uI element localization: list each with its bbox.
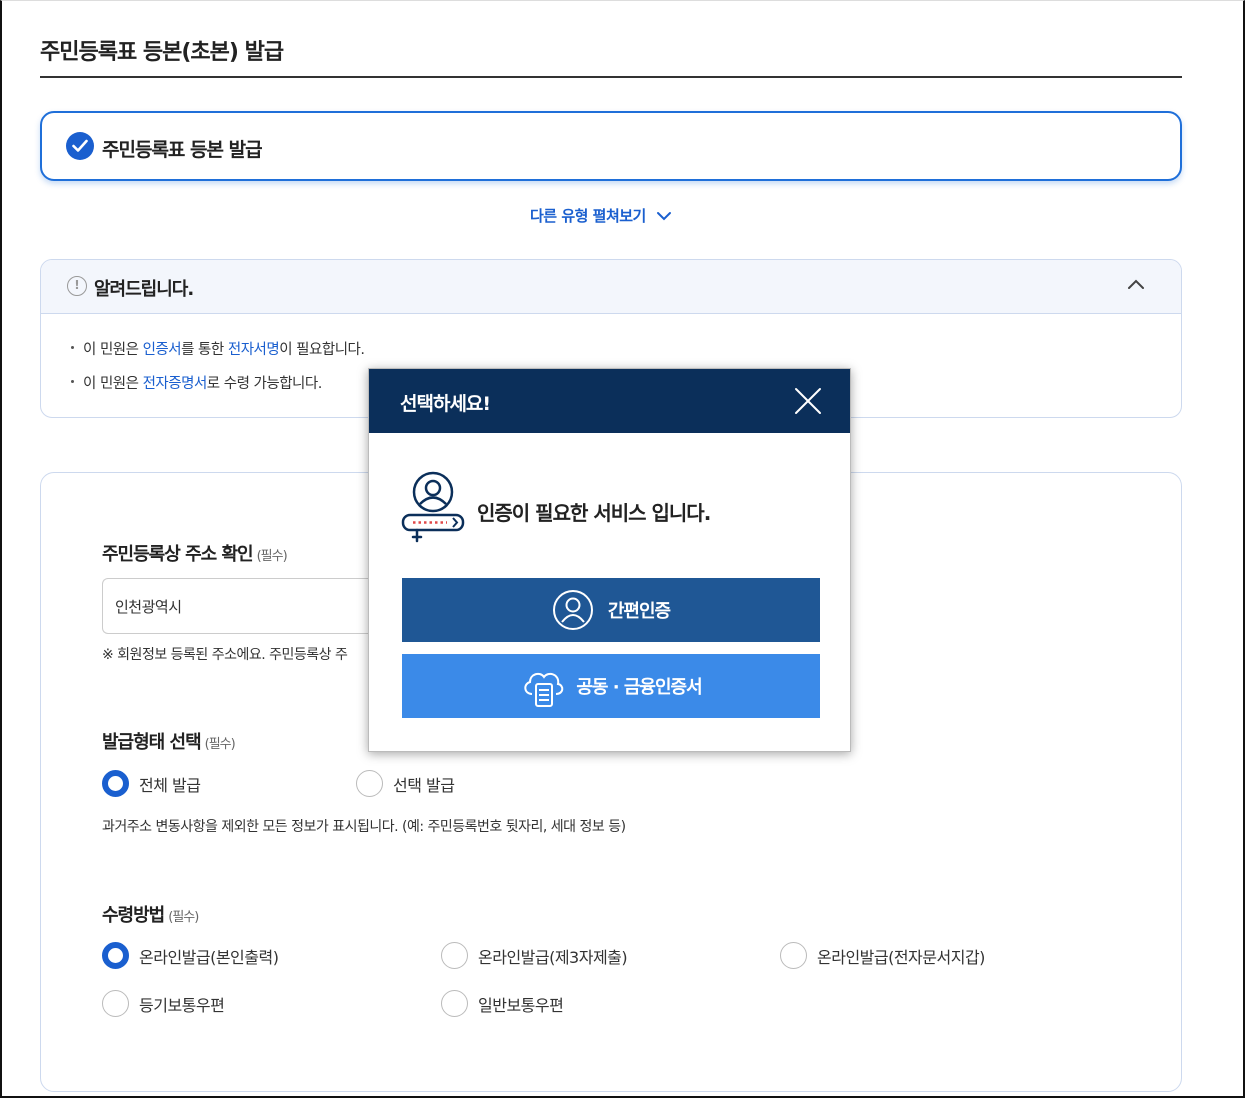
page-frame: 주민등록표 등본(초본) 발급 주민등록표 등본 발급 다른 유형 펼쳐보기 !…	[0, 0, 1245, 1098]
issue-type-section-title: 발급형태 선택 (필수)	[102, 732, 236, 753]
user-circle-icon	[552, 590, 593, 630]
radio-regular-mail[interactable]: 일반보통우편	[441, 990, 564, 1017]
modal-header: 선택하세요!	[369, 369, 850, 433]
auth-user-icon	[401, 471, 465, 543]
other-types-label: 다른 유형 펼쳐보기	[530, 207, 646, 225]
radio-online-wallet[interactable]: 온라인발급(전자문서지갑)	[780, 942, 985, 969]
chevron-down-icon	[656, 211, 671, 220]
page-title: 주민등록표 등본(초본) 발급	[40, 40, 284, 65]
radio-partial-issue[interactable]: 선택 발급	[356, 770, 455, 797]
check-icon	[66, 132, 94, 160]
radio-empty-icon	[441, 942, 468, 969]
certificate-auth-button[interactable]: 공동 · 금융인증서	[402, 654, 820, 718]
radio-selected-icon	[102, 942, 129, 969]
address-note: ※ 회원정보 등록된 주소에요. 주민등록상 주	[102, 647, 348, 663]
notice-line-signature: 이 민원은 인증서를 통한 전자서명이 필요합니다.	[71, 338, 365, 359]
radio-empty-icon	[356, 770, 383, 797]
auth-select-modal: 선택하세요! 인증이 필요한 서비스 입니다. 간편인증 공동 · 금융인증서	[368, 368, 851, 752]
radio-online-self[interactable]: 온라인발급(본인출력)	[102, 942, 279, 969]
radio-empty-icon	[102, 990, 129, 1017]
other-types-toggle[interactable]: 다른 유형 펼쳐보기	[530, 205, 672, 226]
radio-online-third-party[interactable]: 온라인발급(제3자제출)	[441, 942, 628, 969]
notice-header[interactable]: ! 알려드립니다.	[41, 260, 1181, 314]
modal-message: 인증이 필요한 서비스 입니다.	[477, 501, 711, 525]
info-icon: !	[67, 276, 87, 296]
title-divider	[40, 76, 1182, 78]
bullet	[71, 379, 74, 383]
radio-empty-icon	[780, 942, 807, 969]
address-section-title: 주민등록상 주소 확인 (필수)	[102, 544, 288, 565]
close-icon[interactable]	[794, 387, 822, 415]
issue-type-description: 과거주소 변동사항을 제외한 모든 정보가 표시됩니다. (예: 주민등록번호 …	[102, 819, 626, 835]
bullet	[71, 345, 74, 349]
cloud-certificate-icon	[524, 672, 564, 707]
notice-title: 알려드립니다.	[94, 279, 194, 300]
radio-empty-icon	[441, 990, 468, 1017]
address-input[interactable]	[102, 578, 402, 634]
receive-section-title: 수령방법 (필수)	[102, 905, 199, 926]
selected-type-label: 주민등록표 등본 발급	[102, 139, 263, 161]
selected-type-card[interactable]: 주민등록표 등본 발급	[40, 111, 1182, 181]
radio-registered-mail[interactable]: 등기보통우편	[102, 990, 225, 1017]
chevron-up-icon[interactable]	[1127, 278, 1145, 290]
modal-title: 선택하세요!	[400, 393, 491, 415]
notice-line-certificate: 이 민원은 전자증명서로 수령 가능합니다.	[71, 372, 322, 393]
radio-full-issue[interactable]: 전체 발급	[102, 770, 201, 797]
radio-selected-icon	[102, 770, 129, 797]
simple-auth-button[interactable]: 간편인증	[402, 578, 820, 642]
